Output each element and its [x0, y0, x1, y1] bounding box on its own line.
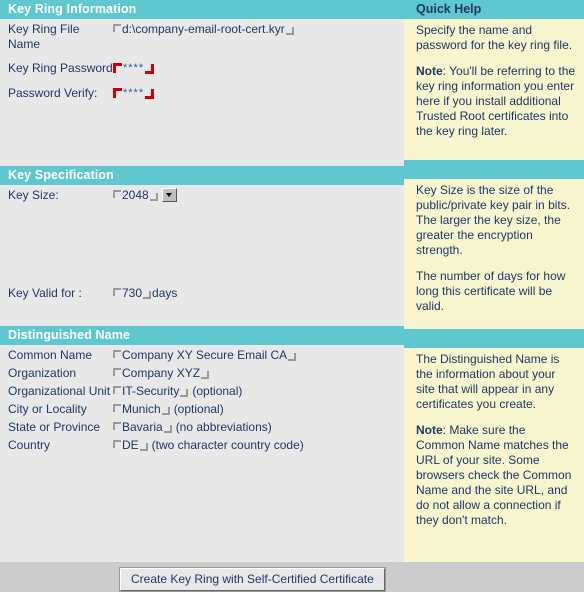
field-corner-top-left-icon	[113, 386, 121, 394]
field-corner-bottom-right-icon	[139, 443, 148, 451]
field-corner-bottom-right-icon	[143, 291, 152, 299]
field-organization[interactable]: Company XYZ	[113, 366, 210, 381]
field-corner-bottom-right-icon	[285, 27, 294, 35]
value-city-or-locality: Munich	[122, 402, 161, 416]
field-corner-top-left-icon	[113, 24, 121, 32]
field-corner-top-left-required-icon	[113, 88, 122, 98]
field-row-key-size: Key Size: 2048	[0, 188, 404, 206]
value-key-valid-for: 730	[122, 286, 143, 300]
field-corner-bottom-right-required-icon	[145, 64, 155, 74]
field-key-ring-file-name[interactable]: d:\company-email-root-cert.kyr	[113, 22, 294, 37]
field-corner-top-left-icon	[113, 404, 121, 412]
label-password-verify: Password Verify:	[8, 86, 98, 100]
field-key-valid-for[interactable]: 730 days	[113, 286, 177, 301]
quick-help-block-key-specification: Key Size is the size of the public/priva…	[404, 179, 584, 329]
value-organization: Company XYZ	[122, 366, 201, 380]
quick-help-divider-band	[404, 160, 584, 179]
field-corner-bottom-right-icon	[149, 193, 158, 201]
label-city-or-locality: City or Locality	[8, 402, 87, 416]
footer-bar: Create Key Ring with Self-Certified Cert…	[0, 562, 584, 592]
label-key-ring-password: Key Ring Password	[8, 61, 113, 75]
field-key-size[interactable]: 2048	[113, 188, 177, 203]
field-key-ring-password[interactable]: ****	[113, 61, 155, 76]
field-corner-top-left-icon	[113, 288, 121, 296]
key-ring-wizard-page: Key Ring Information Key Ring File Name …	[0, 0, 584, 592]
hint-city-or-locality: (optional)	[173, 402, 224, 416]
field-corner-bottom-right-icon	[180, 389, 189, 397]
label-key-valid-for: Key Valid for :	[8, 286, 82, 300]
field-row-country: Country DE (two character country code)	[0, 438, 404, 456]
field-corner-bottom-right-required-icon	[145, 89, 155, 99]
quick-help-note-text: : Make sure the Common Name matches the …	[416, 423, 572, 527]
field-corner-top-left-icon	[113, 190, 121, 198]
quick-help-note-label: Note	[416, 423, 443, 437]
label-state-or-province: State or Province	[8, 420, 101, 434]
create-key-ring-button[interactable]: Create Key Ring with Self-Certified Cert…	[119, 567, 386, 592]
value-country: DE	[122, 438, 139, 452]
value-key-ring-password: ****	[123, 62, 145, 74]
field-state-or-province[interactable]: Bavaria (no abbreviations)	[113, 420, 272, 435]
field-corner-bottom-right-icon	[201, 371, 210, 379]
value-key-ring-file-name: d:\company-email-root-cert.kyr	[122, 22, 285, 36]
quick-help-block-distinguished-name: The Distinguished Name is the informatio…	[404, 348, 584, 528]
quick-help-divider-band	[404, 329, 584, 348]
field-organizational-unit[interactable]: IT-Security (optional)	[113, 384, 242, 399]
label-key-size: Key Size:	[8, 188, 59, 202]
field-corner-bottom-right-icon	[161, 407, 170, 415]
chevron-down-icon[interactable]	[161, 188, 177, 202]
hint-organizational-unit: (optional)	[192, 384, 243, 398]
value-common-name: Company XY Secure Email CA	[122, 348, 288, 362]
quick-help-note: Note: You'll be referring to the key rin…	[416, 64, 576, 139]
distinguished-name-fields: Common Name Company XY Secure Email CA O…	[0, 345, 404, 456]
quick-help-note: Note: Make sure the Common Name matches …	[416, 423, 576, 528]
field-corner-top-left-icon	[113, 422, 121, 430]
field-corner-top-left-icon	[113, 350, 121, 358]
field-city-or-locality[interactable]: Munich (optional)	[113, 402, 224, 417]
quick-help-title: Quick Help	[404, 0, 584, 19]
label-common-name: Common Name	[8, 348, 93, 362]
hint-state-or-province: (no abbreviations)	[175, 420, 272, 434]
value-organizational-unit: IT-Security	[122, 384, 180, 398]
section-header-key-specification: Key Specification	[0, 166, 404, 185]
field-row-key-ring-password: Key Ring Password ****	[0, 61, 404, 79]
value-state-or-province: Bavaria	[122, 420, 163, 434]
field-row-key-valid-for: Key Valid for : 730 days	[0, 286, 404, 304]
unit-key-valid-days: days	[152, 286, 178, 300]
label-key-ring-file-name: Key Ring File Name	[8, 22, 80, 51]
field-corner-top-left-icon	[113, 368, 121, 376]
quick-help-paragraph: Specify the name and password for the ke…	[416, 23, 573, 52]
key-specification-fields: Key Size: 2048 Key Valid for : 730 days	[0, 185, 404, 326]
field-row-city-or-locality: City or Locality Munich (optional)	[0, 402, 404, 420]
field-row-common-name: Common Name Company XY Secure Email CA	[0, 348, 404, 366]
value-key-size: 2048	[122, 188, 149, 202]
field-corner-bottom-right-icon	[288, 353, 297, 361]
field-row-organizational-unit: Organizational Unit IT-Security (optiona…	[0, 384, 404, 402]
quick-help-note-label: Note	[416, 64, 443, 78]
field-country[interactable]: DE (two character country code)	[113, 438, 304, 453]
label-organization: Organization	[8, 366, 77, 380]
value-password-verify: ****	[123, 87, 145, 99]
label-country: Country	[8, 438, 51, 452]
label-organizational-unit: Organizational Unit	[8, 384, 111, 398]
quick-help-paragraph: Key Size is the size of the public/priva…	[416, 183, 571, 257]
field-corner-top-left-required-icon	[113, 63, 122, 73]
quick-help-paragraph: The Distinguished Name is the informatio…	[416, 352, 560, 411]
field-corner-bottom-right-icon	[163, 425, 172, 433]
section-header-distinguished-name: Distinguished Name	[0, 326, 404, 345]
field-row-state-or-province: State or Province Bavaria (no abbreviati…	[0, 420, 404, 438]
quick-help-column: Quick Help Specify the name and password…	[404, 0, 584, 562]
field-common-name[interactable]: Company XY Secure Email CA	[113, 348, 297, 363]
section-header-key-ring-information: Key Ring Information	[0, 0, 404, 19]
field-row-password-verify: Password Verify: ****	[0, 86, 404, 104]
key-ring-information-fields: Key Ring File Name d:\company-email-root…	[0, 19, 404, 166]
quick-help-paragraph: The number of days for how long this cer…	[416, 269, 566, 313]
field-password-verify[interactable]: ****	[113, 86, 155, 101]
quick-help-block-key-ring-information: Specify the name and password for the ke…	[404, 19, 584, 160]
hint-country: (two character country code)	[151, 438, 304, 452]
field-row-key-ring-file-name: Key Ring File Name d:\company-email-root…	[0, 22, 404, 54]
field-row-organization: Organization Company XYZ	[0, 366, 404, 384]
field-corner-top-left-icon	[113, 440, 121, 448]
form-column: Key Ring Information Key Ring File Name …	[0, 0, 404, 562]
